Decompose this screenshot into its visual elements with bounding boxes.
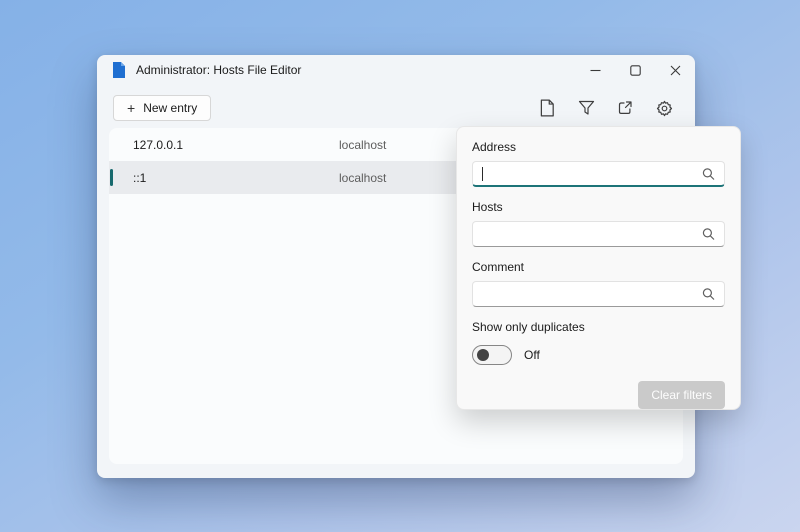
new-entry-label: New entry [143, 101, 197, 115]
search-icon [702, 288, 715, 301]
entry-hosts: localhost [339, 138, 386, 152]
address-label: Address [472, 140, 725, 154]
address-search-input[interactable] [472, 161, 725, 187]
duplicates-toggle[interactable] [472, 345, 512, 365]
entry-address: 127.0.0.1 [109, 138, 339, 152]
maximize-button[interactable] [615, 55, 655, 85]
hosts-label: Hosts [472, 200, 725, 214]
comment-search-input[interactable] [472, 281, 725, 307]
filter-icon[interactable] [577, 99, 595, 117]
toolbar: + New entry [97, 85, 695, 121]
comment-label: Comment [472, 260, 725, 274]
new-file-icon[interactable] [538, 99, 556, 117]
selection-accent [110, 169, 113, 186]
filter-flyout: Address Hosts Comment Show only duplicat… [456, 126, 741, 410]
settings-gear-icon[interactable] [655, 99, 673, 117]
open-external-icon[interactable] [616, 99, 634, 117]
toolbar-icons [538, 99, 673, 117]
close-button[interactable] [655, 55, 695, 85]
new-entry-button[interactable]: + New entry [113, 95, 211, 121]
entry-address: ::1 [109, 171, 339, 185]
entry-hosts: localhost [339, 171, 386, 185]
hosts-search-input[interactable] [472, 221, 725, 247]
minimize-button[interactable] [575, 55, 615, 85]
app-icon [112, 62, 126, 78]
search-icon [702, 167, 715, 180]
window-controls [575, 55, 695, 85]
plus-icon: + [127, 101, 135, 115]
clear-filters-button[interactable]: Clear filters [638, 381, 725, 409]
toggle-knob [477, 349, 489, 361]
show-only-duplicates-label: Show only duplicates [472, 320, 725, 334]
toggle-state-label: Off [524, 348, 540, 362]
text-caret [482, 167, 483, 181]
window-title: Administrator: Hosts File Editor [136, 63, 301, 77]
search-icon [702, 228, 715, 241]
duplicates-toggle-row: Off [472, 345, 725, 365]
titlebar: Administrator: Hosts File Editor [97, 55, 695, 85]
